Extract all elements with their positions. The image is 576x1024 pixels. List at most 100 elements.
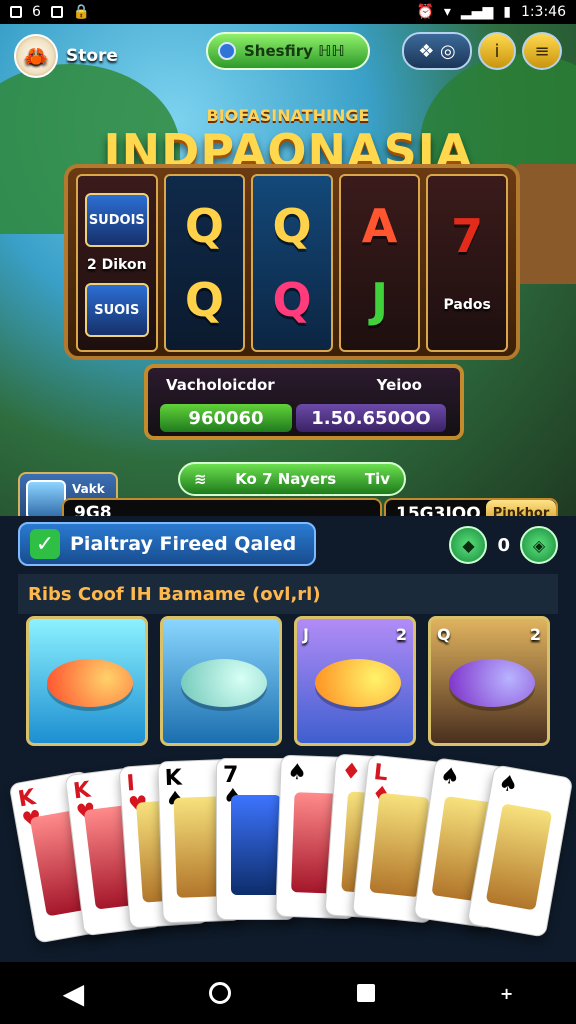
game-card-4[interactable]: Q 2	[428, 616, 550, 746]
info-button[interactable]: i	[478, 32, 516, 70]
store-label: Store	[66, 46, 118, 66]
reel-symbol: Q	[184, 272, 224, 327]
leaf-settings-icon: ❖ ◎	[418, 40, 456, 62]
card-corner: ♠	[496, 770, 521, 799]
balance-box: 9G8	[62, 498, 382, 516]
game-card-2[interactable]	[160, 616, 282, 746]
counter-value: 0	[497, 534, 510, 556]
status-icon-4: 🔒	[72, 4, 91, 20]
reel-col-1[interactable]: Q Q	[163, 174, 246, 352]
fish-illustration	[315, 659, 401, 707]
section-title: Ribs Coof IH Bamame (ovl,rl)	[18, 574, 558, 614]
reel-symbol: Q	[272, 199, 312, 254]
status-pill-text: Shesfiry ℍℍ	[244, 42, 345, 60]
reel-label: Pados	[443, 296, 491, 313]
card-corner-right: 2	[529, 625, 541, 644]
card-corner-right: 2	[395, 625, 407, 644]
wifi-icon: ▾	[443, 4, 451, 20]
back-icon[interactable]: ◀	[63, 977, 85, 1010]
avatar	[26, 480, 66, 516]
card-suit: ♠	[438, 763, 462, 791]
title-small: BIOFASINATHINGE	[206, 106, 370, 125]
reel-col-2[interactable]: Q Q	[251, 174, 333, 352]
status-icon-2: 6	[32, 4, 41, 20]
left-control-button[interactable]: ◆	[449, 526, 488, 564]
reel-left-panel: SUDOIS 2 Dikon SUOIS	[76, 174, 158, 352]
more-icon[interactable]: +	[500, 984, 513, 1003]
status-dot-icon	[218, 42, 236, 60]
coin-button[interactable]: Pinkhor	[486, 500, 556, 516]
leaf-settings-button[interactable]: ❖ ◎	[402, 32, 472, 70]
header-icons: ❖ ◎ i ≡	[402, 32, 562, 70]
card-art	[485, 803, 553, 911]
tile-1[interactable]: SUDOIS	[84, 193, 149, 247]
card-suit: ♠	[286, 759, 308, 786]
menu-icon: ≡	[534, 40, 550, 62]
left-panel-label: 2 Dikon	[87, 257, 147, 273]
reel-symbol: J	[371, 272, 389, 327]
fish-illustration	[181, 659, 267, 707]
coins-value: 15G3IOO	[396, 504, 481, 516]
status-right: ⏰ ▾ ▂▄▆ ▮ 1:3:46	[416, 4, 566, 20]
info-panel: Vacholoicdor Yeioo 960060 1.50.650OO	[144, 364, 464, 440]
status-time: 1:3:46	[520, 4, 566, 20]
fish-illustration	[47, 659, 133, 707]
coin-box: 15G3IOO Pinkhor	[384, 498, 558, 516]
reel-symbol: A	[361, 199, 398, 254]
alarm-icon: ⏰	[416, 4, 434, 20]
left-tiles: SUDOIS 2 Dikon SUOIS	[84, 189, 149, 337]
info-right-value: 1.50.650OO	[296, 404, 446, 432]
signal-icon: ▂▄▆	[460, 4, 494, 20]
reel-grid: SUDOIS 2 Dikon SUOIS Q Q Q Q A J 7 Pados	[76, 174, 508, 352]
primary-button[interactable]: ✓ Pialtray Fireed Qaled	[18, 522, 316, 566]
status-pill[interactable]: Shesfiry ℍℍ	[206, 32, 370, 70]
game-card-3[interactable]: J 2	[294, 616, 416, 746]
reel-symbol: 7	[451, 209, 484, 264]
coin-button-label: Pinkhor	[492, 505, 550, 517]
menu-button[interactable]: ≡	[522, 32, 562, 70]
recents-icon[interactable]	[356, 984, 375, 1002]
card-suit: ♠	[496, 770, 521, 799]
right-control-button[interactable]: ◈	[520, 526, 558, 564]
store-button[interactable]: 🦀 Store	[14, 34, 118, 78]
status-left-icons: 6 🔒	[10, 4, 90, 20]
tile-2[interactable]: SUOIS	[84, 283, 149, 337]
slot-machine: SUDOIS 2 Dikon SUOIS Q Q Q Q A J 7 Pados	[64, 164, 520, 360]
reel-col-3[interactable]: A J	[338, 174, 421, 352]
card-corner: ♠	[286, 759, 308, 786]
lower-section: ✓ Pialtray Fireed Qaled ◆ 0 ◈ Ribs Coof …	[0, 516, 576, 962]
top-header: 🦀 Store Shesfiry ℍℍ ❖ ◎ i ≡	[0, 24, 576, 80]
primary-button-label: Pialtray Fireed Qaled	[70, 533, 297, 555]
card-suit: ♦	[340, 758, 363, 786]
info-icon: i	[494, 40, 500, 62]
android-nav-bar: ◀ +	[0, 962, 576, 1024]
left-control-icon: ◆	[462, 535, 475, 555]
battery-icon: ▮	[503, 4, 511, 20]
reel-col-4[interactable]: 7 Pados	[426, 174, 508, 352]
card-corner: ♠	[438, 763, 462, 791]
status-icon-1	[10, 6, 22, 18]
info-left-label: Vacholoicdor	[166, 376, 275, 394]
check-icon: ✓	[30, 529, 60, 559]
status-icon-3	[50, 6, 63, 18]
store-icon: 🦀	[14, 34, 58, 78]
bottom-bar: Vakk 9G8 15G3IOO Pinkhor	[18, 472, 558, 516]
card-corner-left: Q	[437, 625, 451, 644]
card-art	[231, 795, 281, 895]
status-bar: 6 🔒 ⏰ ▾ ▂▄▆ ▮ 1:3:46	[0, 0, 576, 24]
game-card-1[interactable]	[26, 616, 148, 746]
game-cards: J 2 Q 2	[26, 616, 550, 752]
info-right-label: Yeioo	[376, 376, 422, 394]
game-scene: 🦀 Store Shesfiry ℍℍ ❖ ◎ i ≡ BIOFASINATHI…	[0, 24, 576, 516]
card-corner-left: J	[303, 625, 309, 644]
hut	[516, 164, 576, 284]
home-icon[interactable]	[209, 982, 232, 1004]
card-corner: ♦	[340, 758, 363, 786]
fish-illustration	[449, 659, 535, 707]
playing-card-fan: K ♥ K ♥ I ♥ K ♠	[0, 752, 576, 962]
info-left-value: 960060	[160, 404, 292, 432]
tile-1-text: SUDOIS	[88, 212, 145, 228]
user-label: Vakk	[72, 482, 105, 496]
reel-symbol: Q	[272, 272, 312, 327]
reel-symbol: Q	[184, 199, 224, 254]
